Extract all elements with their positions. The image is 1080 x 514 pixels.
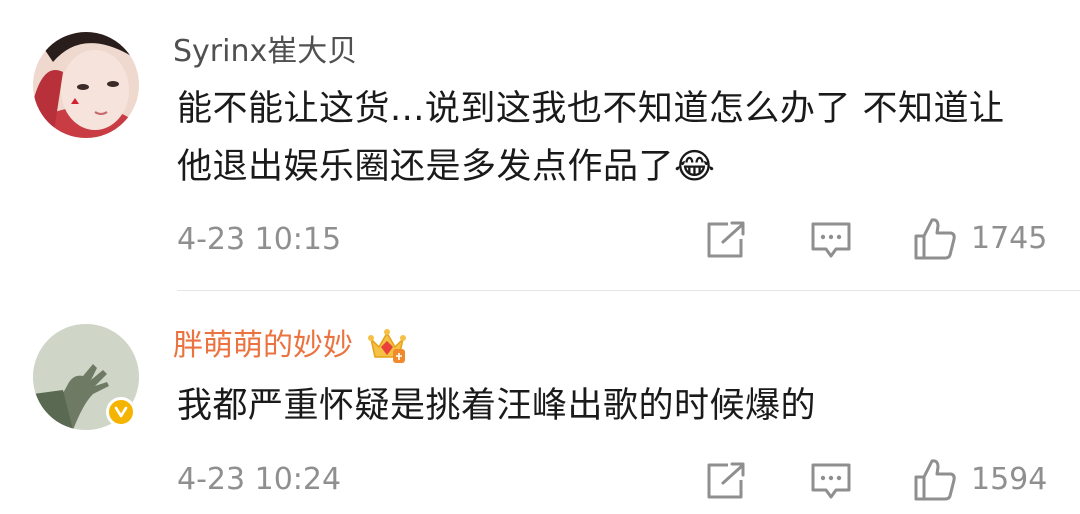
username[interactable]: Syrinx崔大贝 <box>173 32 357 72</box>
timestamp: 4-23 10:24 <box>177 462 342 497</box>
reply-button[interactable] <box>810 462 852 502</box>
crown-vip-icon <box>368 329 406 363</box>
laughing-emoji-icon: 😂 <box>674 147 716 187</box>
username[interactable]: 胖萌萌的妙妙 <box>173 326 353 366</box>
share-icon <box>707 462 745 499</box>
comment-icon <box>811 463 851 499</box>
like-button[interactable]: 1594 <box>913 458 1047 502</box>
comment-text-body: 能不能让这货...说到这我也不知道怎么办了 不知道让他退出娱乐圈还是多发点作品了 <box>177 89 1005 187</box>
comment-icon <box>811 222 851 258</box>
share-icon <box>707 221 745 258</box>
comment-text: 我都严重怀疑是挑着汪峰出歌的时候爆的 <box>177 386 817 426</box>
like-button[interactable]: 1745 <box>913 217 1047 261</box>
comment-text: 能不能让这货...说到这我也不知道怎么办了 不知道让他退出娱乐圈还是多发点作品了… <box>177 80 1027 196</box>
share-button[interactable] <box>706 462 746 500</box>
thumbs-up-icon <box>914 218 956 260</box>
share-button[interactable] <box>706 221 746 259</box>
username-row: 胖萌萌的妙妙 <box>173 326 407 366</box>
reply-button[interactable] <box>810 221 852 261</box>
avatar[interactable] <box>33 32 139 138</box>
timestamp: 4-23 10:15 <box>177 222 342 257</box>
verified-badge-icon <box>106 397 136 427</box>
comment-item: Syrinx崔大贝 能不能让这货...说到这我也不知道怎么办了 不知道让他退出娱… <box>0 0 1080 290</box>
thumbs-up-icon <box>914 459 956 501</box>
like-count: 1594 <box>971 462 1048 497</box>
like-count: 1745 <box>971 221 1048 256</box>
